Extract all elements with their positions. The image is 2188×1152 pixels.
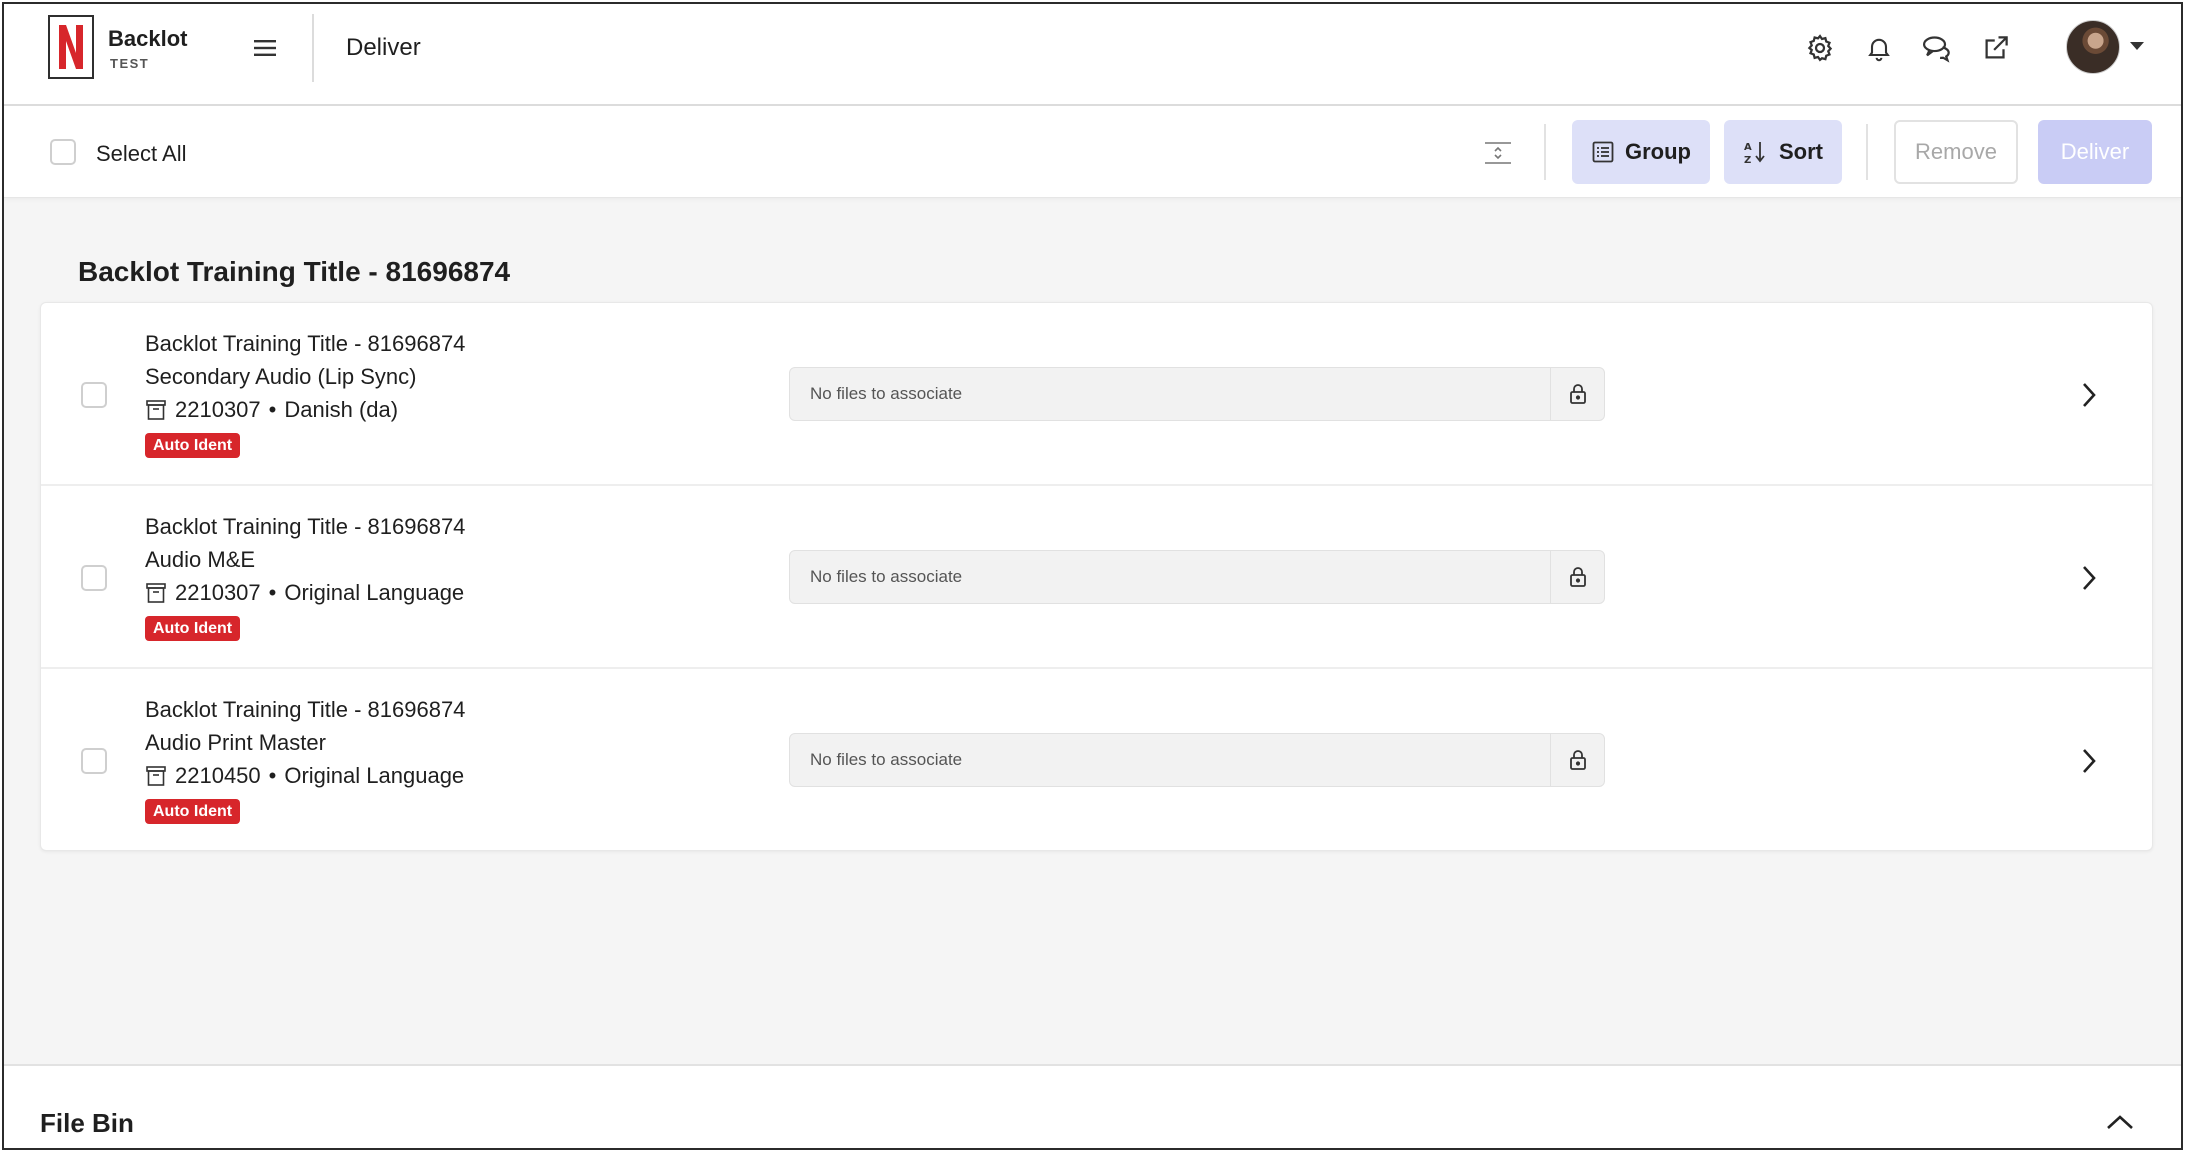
status-badge: Auto Ident [145, 433, 241, 458]
svg-text:Z: Z [1744, 155, 1751, 165]
remove-button[interactable]: Remove [1894, 120, 2018, 184]
toolbar-divider [1866, 124, 1868, 180]
select-all-checkbox[interactable] [50, 139, 76, 165]
brand-name: Backlot [108, 26, 188, 51]
list-item[interactable]: Backlot Training Title - 81696874 Second… [41, 303, 2152, 486]
row-subtitle: Audio M&E [145, 547, 256, 572]
group-button-label: Group [1625, 139, 1691, 164]
chevron-right-icon[interactable] [2069, 375, 2109, 415]
list-item[interactable]: Backlot Training Title - 81696874 Audio … [41, 669, 2152, 852]
action-toolbar: Select All Group A Z Sort Remove Deliver [4, 106, 2181, 198]
row-meta: 2210450 • Original Language [145, 763, 464, 789]
deliverables-list: Backlot Training Title - 81696874 Second… [40, 302, 2153, 851]
external-link-icon[interactable] [1976, 28, 2016, 68]
toolbar-divider [1544, 124, 1546, 180]
row-meta: 2210307 • Original Language [145, 580, 464, 606]
meta-separator: • [268, 763, 277, 788]
row-language: Original Language [284, 580, 465, 605]
row-meta: 2210307 • Danish (da) [145, 397, 398, 423]
page-title: Deliver [346, 34, 421, 61]
meta-separator: • [268, 580, 277, 605]
file-association-field[interactable]: No files to associate [789, 733, 1605, 787]
file-association-placeholder: No files to associate [810, 750, 963, 769]
file-association-field[interactable]: No files to associate [789, 550, 1605, 604]
row-title: Backlot Training Title - 81696874 [145, 331, 466, 356]
row-language: Danish (da) [284, 397, 399, 422]
remove-button-label: Remove [1915, 139, 1997, 164]
bell-icon[interactable] [1859, 28, 1899, 68]
chat-icon[interactable] [1917, 28, 1957, 68]
app-window: Backlot TEST Deliver Select All Group A … [2, 2, 2183, 1150]
chevron-right-icon[interactable] [2069, 558, 2109, 598]
archive-icon [146, 766, 166, 786]
group-title: Backlot Training Title - 81696874 [78, 256, 511, 287]
chevron-up-icon[interactable] [2100, 1102, 2140, 1142]
file-association-placeholder: No files to associate [810, 384, 963, 403]
deliver-button[interactable]: Deliver [2038, 120, 2152, 184]
row-checkbox[interactable] [81, 382, 107, 408]
lock-icon [1550, 734, 1604, 786]
row-subtitle: Audio Print Master [145, 730, 326, 755]
caret-down-icon[interactable] [2130, 42, 2144, 50]
settings-icon[interactable] [1800, 28, 1840, 68]
meta-separator: • [268, 397, 277, 422]
file-bin-panel: File Bin [4, 1064, 2181, 1148]
header-divider [312, 14, 314, 82]
row-subtitle: Secondary Audio (Lip Sync) [145, 364, 417, 389]
sort-button[interactable]: A Z Sort [1724, 120, 1842, 184]
group-button[interactable]: Group [1572, 120, 1710, 184]
list-item[interactable]: Backlot Training Title - 81696874 Audio … [41, 486, 2152, 669]
row-checkbox[interactable] [81, 565, 107, 591]
brand-environment: TEST [110, 56, 150, 71]
file-bin-title: File Bin [40, 1108, 134, 1138]
netflix-logo[interactable] [48, 15, 94, 79]
select-all-label: Select All [96, 141, 187, 166]
lock-icon [1550, 368, 1604, 420]
archive-icon [146, 400, 166, 420]
chevron-right-icon[interactable] [2069, 741, 2109, 781]
menu-icon[interactable] [250, 34, 280, 62]
list-icon [1592, 141, 1614, 163]
row-id: 2210450 [175, 763, 261, 788]
row-title: Backlot Training Title - 81696874 [145, 514, 466, 539]
archive-icon [146, 583, 166, 603]
status-badge: Auto Ident [145, 799, 241, 824]
sort-az-icon: A Z [1744, 142, 1765, 165]
row-id: 2210307 [175, 397, 261, 422]
row-density-icon[interactable] [1482, 138, 1514, 168]
deliver-button-label: Deliver [2060, 139, 2130, 164]
row-language: Original Language [284, 763, 465, 788]
status-badge: Auto Ident [145, 616, 241, 641]
app-header: Backlot TEST Deliver [4, 4, 2181, 106]
row-title: Backlot Training Title - 81696874 [145, 697, 466, 722]
svg-text:A: A [1744, 142, 1752, 153]
file-association-placeholder: No files to associate [810, 567, 963, 586]
lock-icon [1550, 551, 1604, 603]
file-association-field[interactable]: No files to associate [789, 367, 1605, 421]
row-id: 2210307 [175, 580, 261, 605]
user-avatar[interactable] [2066, 20, 2120, 74]
sort-button-label: Sort [1779, 139, 1823, 164]
row-checkbox[interactable] [81, 748, 107, 774]
logo-n-icon [59, 25, 83, 69]
